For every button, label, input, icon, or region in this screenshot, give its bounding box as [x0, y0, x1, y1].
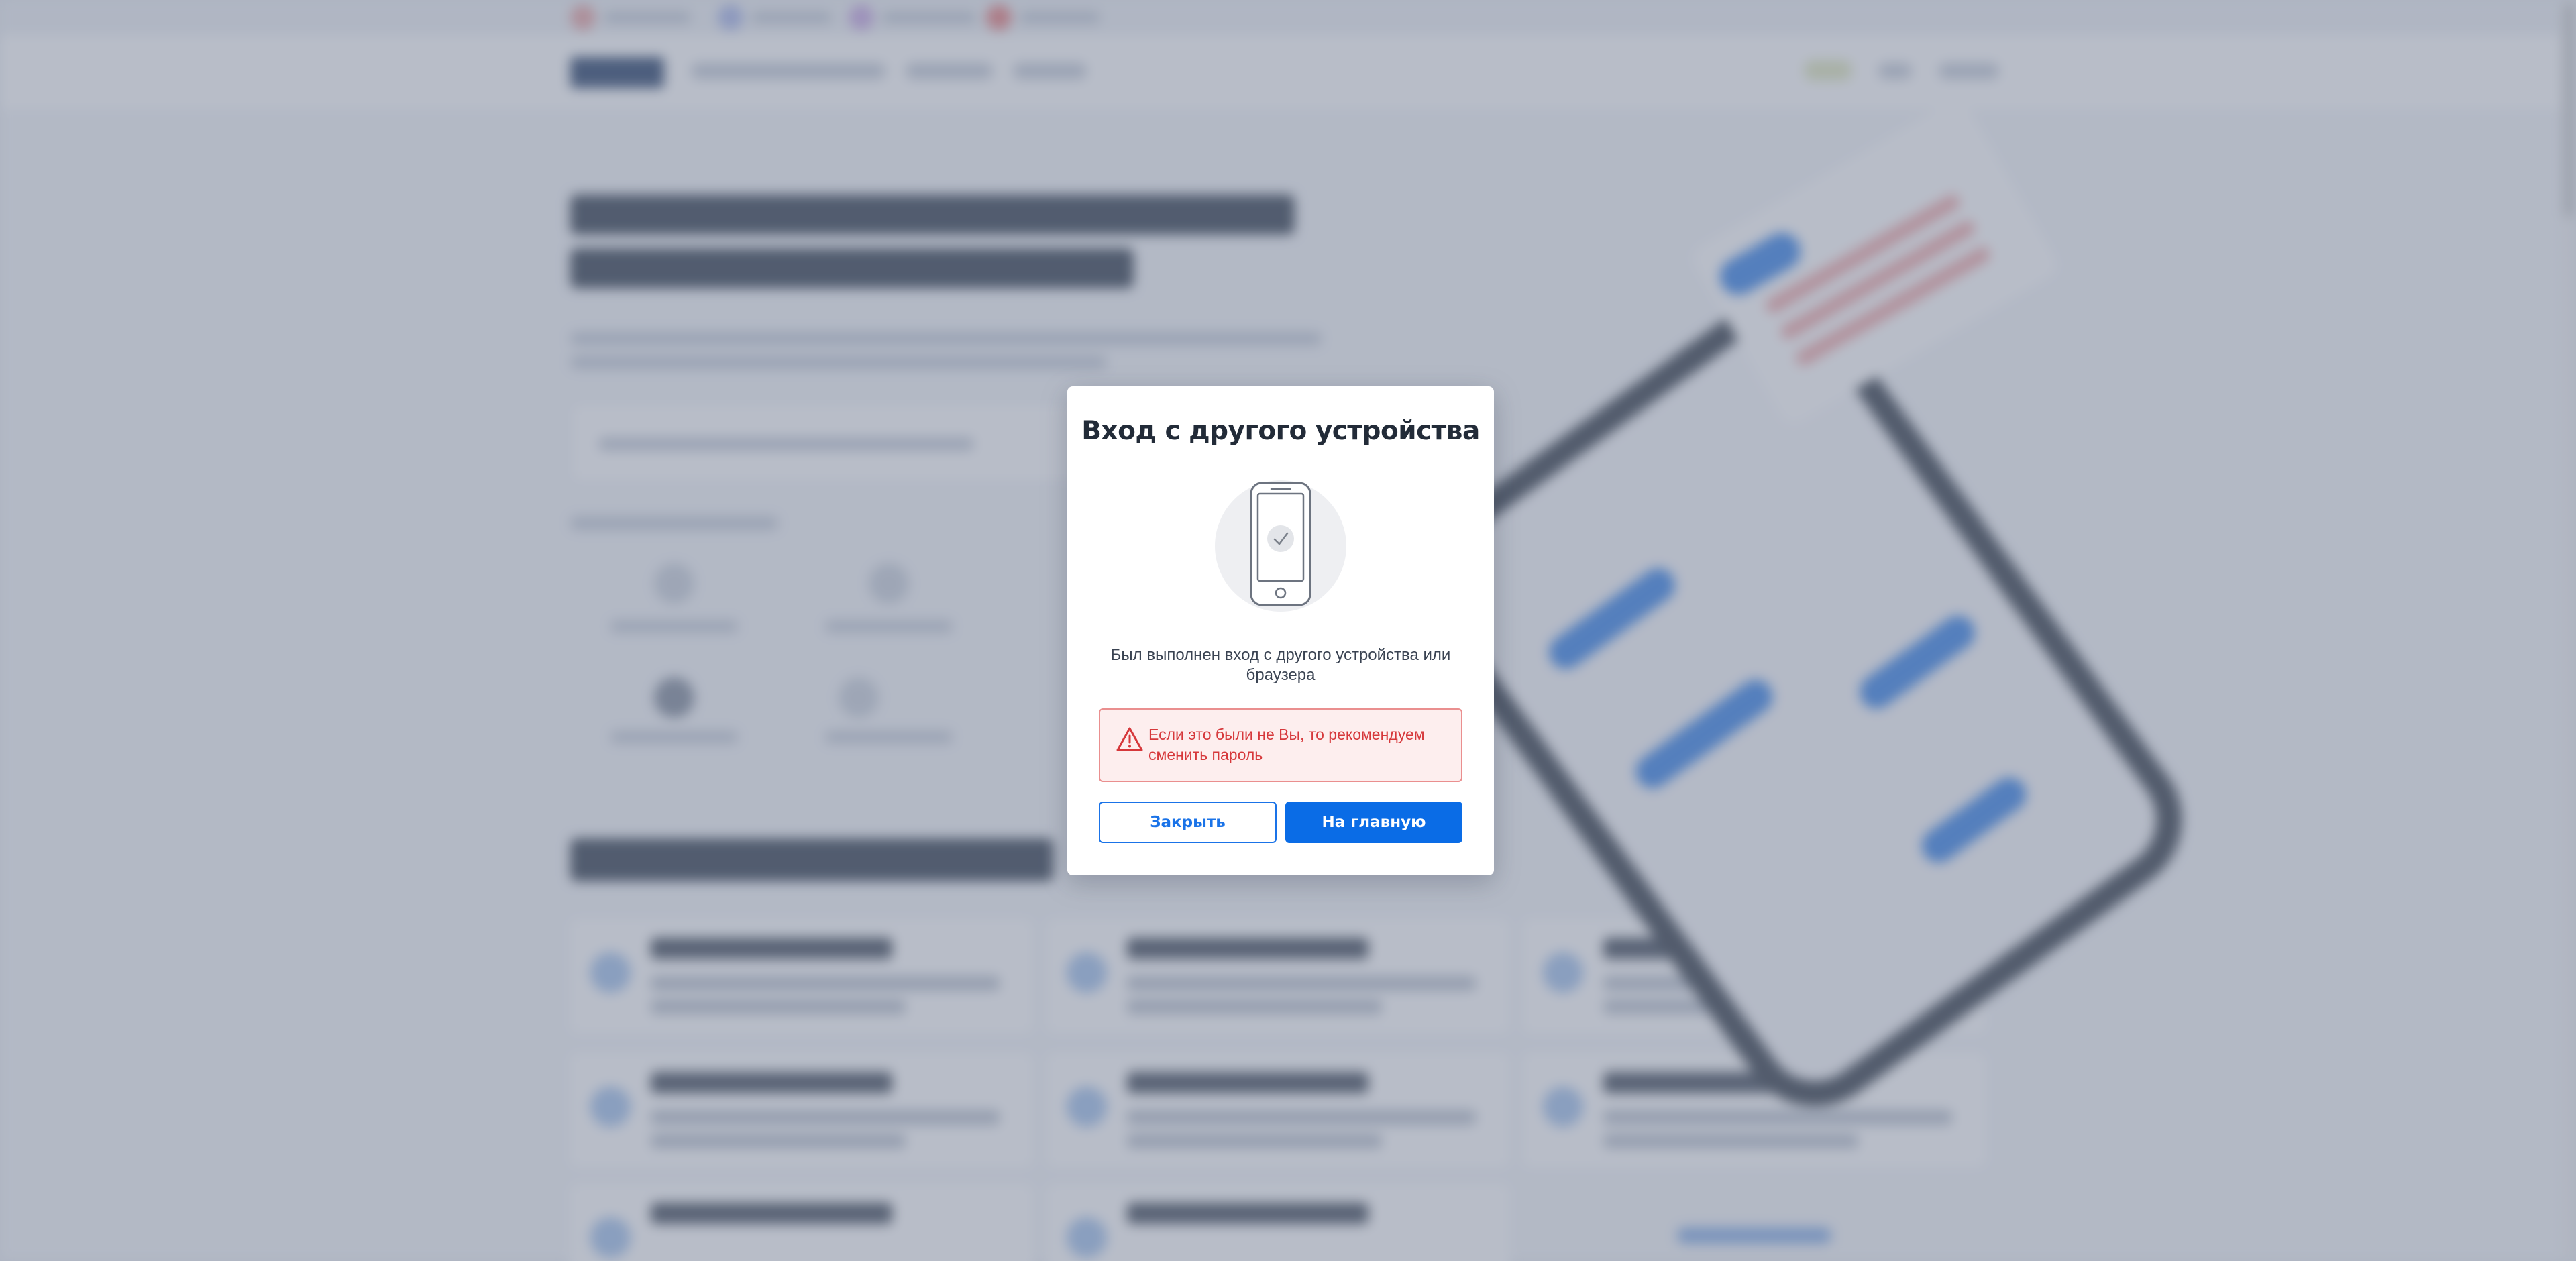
warning-alert: Если это были не Вы, то рекомендуем смен… [1099, 708, 1462, 782]
login-from-another-device-dialog: Вход с другого устройства Был выполнен в… [1067, 386, 1494, 875]
go-home-button[interactable]: На главную [1285, 802, 1462, 843]
warning-text: Если это были не Вы, то рекомендуем смен… [1148, 726, 1425, 763]
warning-triangle-icon [1116, 727, 1143, 751]
dialog-message: Был выполнен вход с другого устройства и… [1110, 646, 1451, 684]
phone-check-icon [1215, 480, 1346, 612]
dialog-title: Вход с другого устройства [1081, 416, 1480, 446]
close-button[interactable]: Закрыть [1099, 802, 1277, 843]
